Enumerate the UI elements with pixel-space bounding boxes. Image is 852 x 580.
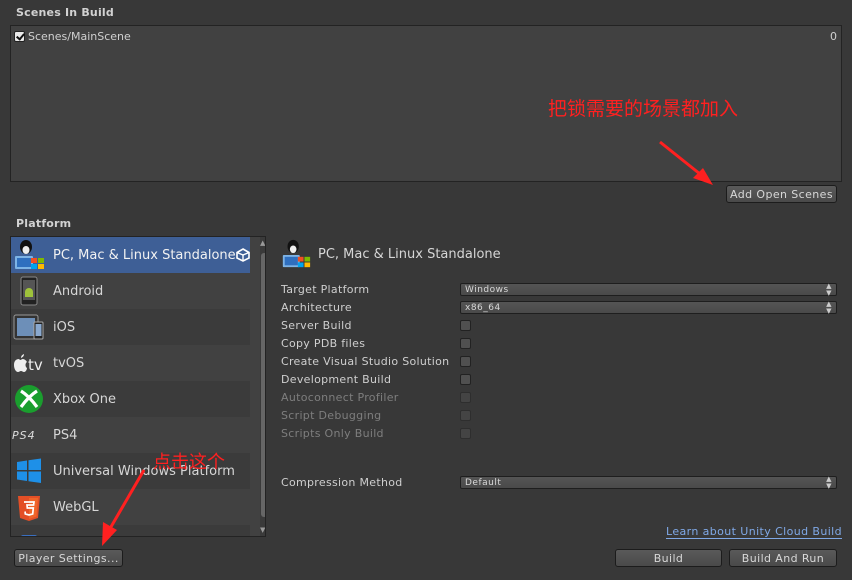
scroll-thumb[interactable] — [261, 253, 265, 517]
scene-name: Scenes/MainScene — [28, 29, 131, 43]
platform-item-tvos[interactable]: tv tvOS — [11, 345, 250, 381]
pc-mac-linux-icon — [11, 237, 47, 273]
scene-row[interactable]: Scenes/MainScene 0 — [14, 28, 837, 44]
platform-label: Android — [53, 283, 104, 299]
build-and-run-button[interactable]: Build And Run — [729, 549, 837, 567]
unity-cloud-build-link[interactable]: Learn about Unity Cloud Build — [666, 525, 843, 539]
platform-label: PS4 — [53, 427, 78, 443]
android-icon — [11, 273, 47, 309]
target-platform-dropdown[interactable]: Windows ▲ ▼ — [460, 281, 837, 297]
settings-header: PC, Mac & Linux Standalone — [280, 237, 501, 271]
create-vs-solution-label: Create Visual Studio Solution — [281, 355, 450, 368]
dropdown-arrows-icon: ▲ ▼ — [826, 281, 832, 297]
dropdown-value: Default — [465, 477, 502, 488]
platform-item-ios[interactable]: iOS — [11, 309, 250, 345]
partial-platform-icon — [11, 525, 47, 536]
platform-item-xbox-one[interactable]: Xbox One — [11, 381, 250, 417]
player-settings-button[interactable]: Player Settings... — [14, 549, 123, 567]
ps4-icon: PS4 — [11, 417, 47, 453]
server-build-checkbox[interactable] — [460, 320, 471, 331]
platform-label: PC, Mac & Linux Standalone — [53, 247, 236, 263]
architecture-label: Architecture — [281, 301, 352, 314]
annotation-click-this: 点击这个 — [153, 452, 225, 473]
platform-item-standalone[interactable]: PC, Mac & Linux Standalone — [11, 237, 250, 273]
annotation-add-scenes: 把锁需要的场景都加入 — [548, 98, 739, 120]
scene-include-checkbox[interactable] — [14, 30, 25, 42]
unity-logo-icon — [235, 248, 250, 262]
autoconnect-profiler-checkbox — [460, 392, 471, 403]
platform-label: iOS — [53, 319, 76, 335]
tvos-icon: tv — [11, 345, 47, 381]
scroll-down-icon[interactable]: ▼ — [260, 526, 265, 534]
scene-index: 0 — [830, 29, 837, 43]
copy-pdb-checkbox[interactable] — [460, 338, 471, 349]
settings-platform-title: PC, Mac & Linux Standalone — [318, 246, 501, 262]
architecture-dropdown[interactable]: x86_64 ▲ ▼ — [460, 299, 837, 315]
platform-label: WebGL — [53, 499, 99, 515]
scripts-only-build-label: Scripts Only Build — [281, 427, 384, 440]
development-build-checkbox[interactable] — [460, 374, 471, 385]
dropdown-arrows-icon: ▲ ▼ — [826, 299, 832, 315]
compression-method-label: Compression Method — [281, 476, 403, 489]
development-build-label: Development Build — [281, 373, 392, 386]
pc-mac-linux-icon — [280, 237, 312, 271]
html5-icon — [11, 489, 47, 525]
compression-method-dropdown[interactable]: Default ▲ ▼ — [460, 474, 837, 490]
xbox-icon — [11, 381, 47, 417]
autoconnect-profiler-label: Autoconnect Profiler — [281, 391, 399, 404]
scenes-in-build-title: Scenes In Build — [16, 6, 114, 19]
annotation-arrow-icon — [102, 469, 146, 546]
target-platform-label: Target Platform — [281, 283, 370, 296]
script-debugging-checkbox — [460, 410, 471, 421]
dropdown-value: Windows — [465, 284, 509, 295]
scripts-only-build-checkbox — [460, 428, 471, 439]
scroll-up-icon[interactable]: ▲ — [260, 239, 265, 247]
dropdown-value: x86_64 — [465, 302, 501, 313]
server-build-label: Server Build — [281, 319, 352, 332]
script-debugging-label: Script Debugging — [281, 409, 382, 422]
ios-icon — [11, 309, 47, 345]
platform-item-android[interactable]: Android — [11, 273, 250, 309]
platform-title: Platform — [16, 217, 72, 230]
annotation-arrow-icon — [659, 140, 713, 185]
svg-text:PS4: PS4 — [12, 429, 36, 442]
dropdown-arrows-icon: ▲ ▼ — [826, 474, 832, 490]
build-button[interactable]: Build — [615, 549, 722, 567]
add-open-scenes-button[interactable]: Add Open Scenes — [726, 185, 837, 203]
windows-icon — [11, 453, 47, 489]
svg-text:tv: tv — [28, 356, 43, 373]
platform-list-scrollbar[interactable]: ▲ ▼ — [260, 237, 265, 536]
platform-label: Xbox One — [53, 391, 117, 407]
platform-label: tvOS — [53, 355, 85, 371]
create-vs-solution-checkbox[interactable] — [460, 356, 471, 367]
copy-pdb-label: Copy PDB files — [281, 337, 366, 350]
